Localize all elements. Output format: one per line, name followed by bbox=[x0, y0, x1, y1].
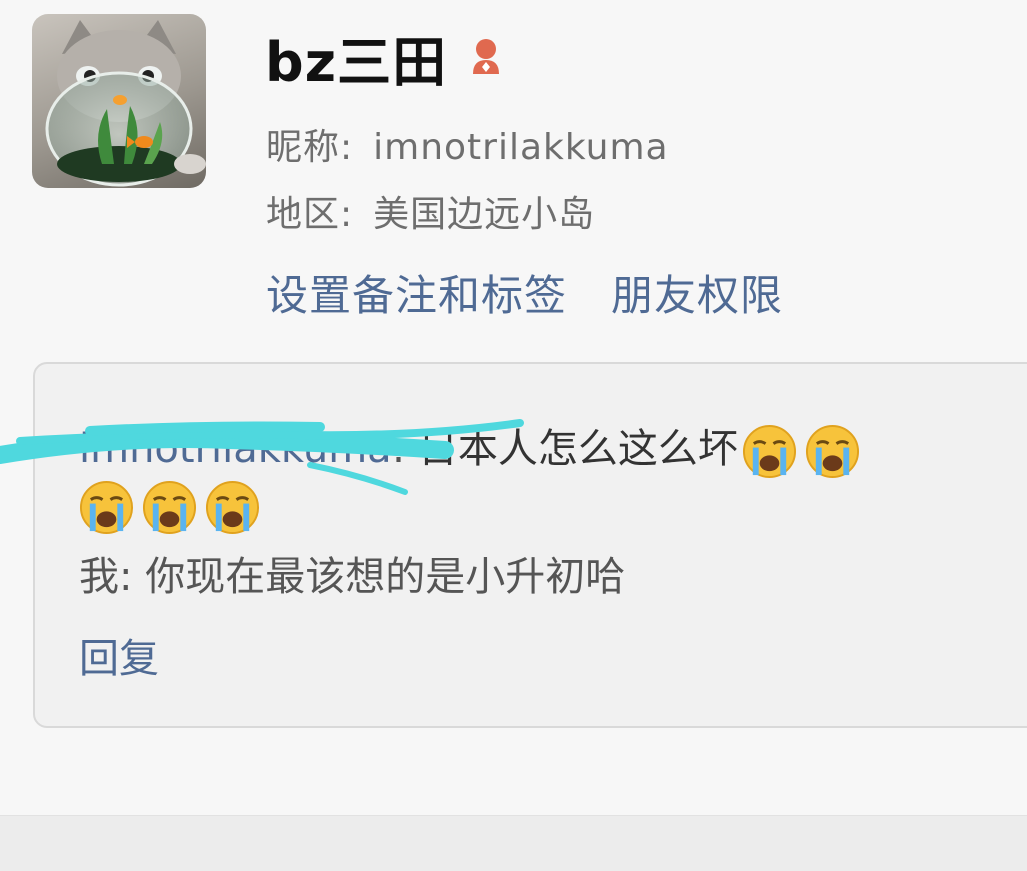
region-label: 地区: bbox=[266, 194, 354, 235]
loudly-crying-face-icon bbox=[142, 480, 197, 535]
avatar[interactable] bbox=[32, 14, 206, 188]
greeting-message-card: imnotrilakkuma: 日本人怎么这么坏 我: 你现在最该想的是小升初哈 bbox=[33, 362, 1027, 728]
region-row: 地区: 美国边远小岛 bbox=[266, 185, 595, 237]
profile-actions: 设置备注和标签 朋友权限 bbox=[266, 262, 783, 323]
nickname-row: 昵称: imnotrilakkuma bbox=[266, 118, 669, 170]
message-text: 日本人怎么这么坏 bbox=[417, 426, 738, 472]
my-reply-text: 我: 你现在最该想的是小升初哈 bbox=[79, 554, 626, 600]
cat-fishbowl-avatar-image bbox=[45, 20, 206, 187]
loudly-crying-face-icon bbox=[742, 424, 797, 479]
name-row: bz三田 bbox=[265, 22, 507, 94]
nickname-label: 昵称: bbox=[266, 127, 354, 168]
loudly-crying-face-icon bbox=[805, 424, 860, 479]
friend-profile-screen: bz三田 昵称: imnotrilakkuma 地区: 美国边远小岛 设置备注和标签… bbox=[0, 0, 1027, 871]
bottom-section-divider bbox=[0, 815, 1027, 871]
loudly-crying-face-icon bbox=[205, 480, 260, 535]
friend-permission-link[interactable]: 朋友权限 bbox=[611, 262, 783, 323]
region-value: 美国边远小岛 bbox=[373, 194, 596, 235]
display-name: bz三田 bbox=[265, 30, 448, 94]
message-sender: imnotrilakkuma bbox=[79, 426, 392, 472]
reply-button[interactable]: 回复 bbox=[79, 626, 159, 684]
female-person-icon bbox=[465, 36, 507, 78]
emoji-row bbox=[79, 480, 260, 535]
message-line: imnotrilakkuma: 日本人怎么这么坏 bbox=[79, 416, 860, 479]
set-remark-and-tags-link[interactable]: 设置备注和标签 bbox=[266, 262, 567, 323]
loudly-crying-face-icon bbox=[79, 480, 134, 535]
nickname-value: imnotrilakkuma bbox=[373, 127, 669, 168]
